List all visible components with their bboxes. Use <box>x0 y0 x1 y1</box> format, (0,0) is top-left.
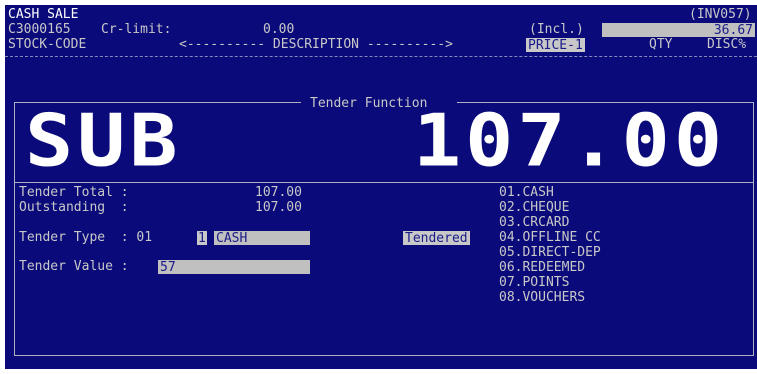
column-disc: DISC% <box>707 37 747 52</box>
tender-total-value: 107.00 <box>255 185 302 200</box>
terminal-screen: CASH SALE (INV057) C3000165 Cr-limit: 0.… <box>5 5 757 369</box>
incl-total-field[interactable]: 36.67 <box>602 23 755 38</box>
tender-option[interactable]: 04.OFFLINE CC <box>499 230 601 245</box>
credit-limit-label: Cr-limit: <box>101 22 172 37</box>
tender-option[interactable]: 05.DIRECT-DEP <box>499 245 601 260</box>
screen-title: CASH SALE <box>8 7 79 22</box>
header-divider <box>5 56 757 57</box>
tender-option[interactable]: 06.REDEEMED <box>499 260 585 275</box>
invoice-number: (INV057) <box>689 7 752 22</box>
tender-type-code[interactable]: 1 <box>197 231 207 246</box>
sub-label: SUB <box>25 98 182 183</box>
column-stock-code: STOCK-CODE <box>8 37 87 52</box>
tender-value-input[interactable]: 57 <box>158 260 310 275</box>
column-qty: QTY <box>649 37 673 52</box>
outstanding-value: 107.00 <box>255 200 302 215</box>
tender-total-label: Tender Total : <box>19 185 129 200</box>
column-description: <---------- DESCRIPTION ----------> <box>179 37 453 52</box>
tender-value-label: Tender Value : <box>19 259 129 274</box>
tender-option[interactable]: 01.CASH <box>499 185 554 200</box>
column-price[interactable]: PRICE-1 <box>526 38 585 53</box>
tender-type-field[interactable]: CASH <box>214 231 310 246</box>
tendered-button[interactable]: Tendered <box>403 231 470 246</box>
tender-type-label: Tender Type : 01 <box>19 230 153 245</box>
tender-option[interactable]: 08.VOUCHERS <box>499 290 585 305</box>
credit-limit-value: 0.00 <box>263 22 295 37</box>
incl-label: (Incl.) <box>529 22 584 37</box>
tender-option[interactable]: 02.CHEQUE <box>499 200 569 215</box>
outstanding-label: Outstanding : <box>19 200 129 215</box>
panel-divider <box>15 182 753 183</box>
tender-option[interactable]: 03.CRCARD <box>499 215 569 230</box>
tender-option[interactable]: 07.POINTS <box>499 275 569 290</box>
tender-panel-title: Tender Function <box>310 96 428 111</box>
customer-code: C3000165 <box>8 22 71 37</box>
sub-total-amount: 107.00 <box>413 98 726 183</box>
